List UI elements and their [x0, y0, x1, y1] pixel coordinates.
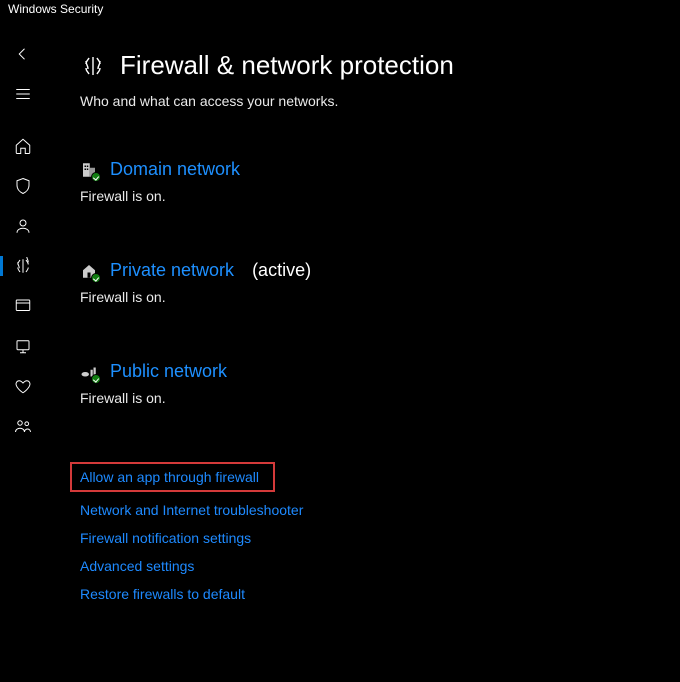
nav-firewall[interactable] [0, 246, 46, 286]
app-browser-icon [14, 297, 32, 315]
back-icon [14, 45, 32, 63]
related-links: Allow an app through firewall Network an… [80, 462, 646, 608]
check-badge-icon [91, 273, 101, 283]
page-subtitle: Who and what can access your networks. [80, 93, 646, 109]
sidebar [0, 20, 46, 682]
network-private: Private network (active) Firewall is on. [80, 260, 646, 305]
public-network-link[interactable]: Public network [110, 361, 227, 382]
nav-virus[interactable] [0, 166, 46, 206]
shield-icon [14, 177, 32, 195]
check-badge-icon [91, 172, 101, 182]
link-advanced-settings[interactable]: Advanced settings [80, 552, 194, 580]
domain-icon [80, 161, 98, 179]
nav-device-security[interactable] [0, 326, 46, 366]
link-allow-app[interactable]: Allow an app through firewall [80, 467, 259, 487]
link-restore-defaults[interactable]: Restore firewalls to default [80, 580, 245, 608]
home-icon [14, 137, 32, 155]
menu-icon [14, 85, 32, 103]
nav-home[interactable] [0, 126, 46, 166]
private-network-suffix: (active) [252, 260, 311, 281]
network-public: Public network Firewall is on. [80, 361, 646, 406]
private-network-link[interactable]: Private network [110, 260, 234, 281]
highlight-box: Allow an app through firewall [70, 462, 275, 492]
check-badge-icon [91, 374, 101, 384]
nav-account[interactable] [0, 206, 46, 246]
page-title: Firewall & network protection [120, 50, 454, 81]
network-domain: Domain network Firewall is on. [80, 159, 646, 204]
firewall-page-icon [80, 53, 106, 79]
back-button[interactable] [0, 34, 46, 74]
device-security-icon [14, 337, 32, 355]
window-title: Windows Security [0, 0, 680, 20]
private-icon [80, 262, 98, 280]
link-notification-settings[interactable]: Firewall notification settings [80, 524, 251, 552]
device-performance-icon [14, 377, 32, 395]
menu-button[interactable] [0, 74, 46, 114]
link-troubleshooter[interactable]: Network and Internet troubleshooter [80, 496, 303, 524]
firewall-icon [14, 257, 32, 275]
nav-app-browser[interactable] [0, 286, 46, 326]
account-icon [14, 217, 32, 235]
public-network-status: Firewall is on. [80, 390, 646, 406]
public-icon [80, 363, 98, 381]
main-content: Firewall & network protection Who and wh… [46, 20, 680, 682]
domain-network-link[interactable]: Domain network [110, 159, 240, 180]
nav-device-performance[interactable] [0, 366, 46, 406]
private-network-status: Firewall is on. [80, 289, 646, 305]
nav-family[interactable] [0, 406, 46, 446]
family-icon [14, 417, 32, 435]
domain-network-status: Firewall is on. [80, 188, 646, 204]
